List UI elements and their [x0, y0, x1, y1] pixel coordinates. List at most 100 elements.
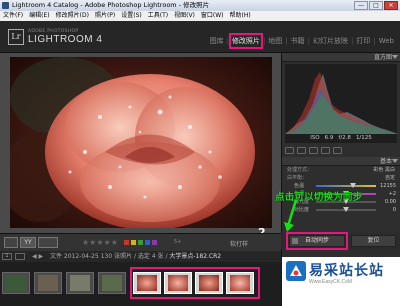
wb-value[interactable]: 自定: [385, 174, 395, 182]
module-develop[interactable]: 修改照片: [228, 33, 263, 49]
thumb-image: [38, 275, 58, 291]
watermark-logo-icon: [286, 261, 306, 281]
develop-toolbar: YY ★★★★★ 5+ 软打样: [0, 233, 281, 251]
thumb-image: [70, 275, 90, 291]
histogram-graph: [285, 72, 398, 134]
identity-plate: Lr ADOBE PHOTOSHOP LIGHTROOM 4 图库 | 修改照片…: [0, 21, 400, 53]
current-file: 大学景点-182.CR2: [169, 253, 222, 260]
slider-value[interactable]: 0: [393, 206, 396, 214]
watermark-url: Www.EasyCK.CoM: [309, 279, 353, 285]
nav-arrows[interactable]: ◀ ▶: [32, 251, 43, 262]
minimize-button[interactable]: —: [354, 1, 368, 10]
loupe-view-button[interactable]: [4, 237, 18, 248]
slider-row: 对比度 0: [286, 206, 396, 214]
filmstrip-thumb[interactable]: [66, 272, 94, 294]
crop-tool-icon[interactable]: [285, 146, 294, 154]
sync-reset-bar: 自动同步 复位: [281, 232, 400, 250]
window-2-button[interactable]: [15, 253, 25, 260]
histo-value: 6.9: [324, 135, 334, 141]
histogram-info: ISO 6.9 f/2.8 1/125: [285, 134, 397, 143]
filmstrip[interactable]: [0, 262, 281, 306]
window-title: Lightroom 4 Catalog - Adobe Photoshop Li…: [12, 1, 210, 9]
color-label-swatch[interactable]: [124, 240, 129, 245]
window-1-button[interactable]: 1: [2, 253, 12, 260]
menu-window[interactable]: 窗口(W): [201, 11, 224, 21]
view-options-button[interactable]: [38, 237, 58, 248]
treatment-color[interactable]: 彩色: [373, 167, 383, 173]
panel-collapse-icon[interactable]: [392, 55, 398, 59]
auto-sync-button[interactable]: 自动同步: [286, 232, 348, 250]
site-watermark: 易采站长站 Www.EasyCK.CoM: [282, 257, 400, 306]
menu-help[interactable]: 帮助(H): [230, 11, 251, 21]
filmstrip-thumb[interactable]: [34, 272, 62, 294]
slider-value[interactable]: 0.00: [385, 198, 396, 206]
annotation-selection-outline: [130, 267, 260, 299]
color-label-swatch[interactable]: [138, 240, 143, 245]
red-eye-icon[interactable]: [309, 146, 318, 154]
color-label-swatch[interactable]: [145, 240, 150, 245]
menu-photo[interactable]: 照片(P): [95, 11, 115, 21]
color-label-swatch[interactable]: [152, 240, 157, 245]
module-picker: 图库 | 修改照片 | 地图 | 书籍 | 幻灯片放映 | 打印 | Web: [208, 33, 396, 49]
thumb-image: [6, 275, 26, 291]
adjustment-brush-icon[interactable]: [333, 146, 342, 154]
module-book[interactable]: 书籍: [289, 34, 307, 48]
menu-develop[interactable]: 修改照片(D): [56, 11, 89, 21]
auto-sync-label: 自动同步: [304, 237, 329, 244]
close-button[interactable]: ✕: [384, 1, 398, 10]
photo-canvas[interactable]: [0, 53, 281, 233]
toolbar-label: 5+: [174, 239, 182, 245]
module-web[interactable]: Web: [377, 35, 396, 47]
module-print[interactable]: 打印: [354, 34, 372, 48]
menu-tools[interactable]: 工具(T): [148, 11, 168, 21]
rose-photo: [10, 57, 272, 228]
slider-value[interactable]: +2: [389, 190, 396, 198]
histo-iso: ISO: [310, 135, 320, 141]
module-library[interactable]: 图库: [208, 34, 226, 48]
thumb-image: [102, 275, 122, 291]
photo-count: 130 张照片 / 选定 4 张 /: [100, 253, 168, 260]
slider-value[interactable]: 12155: [380, 182, 396, 190]
filmstrip-source-path: 文件 2012-04-25 130 张照片 / 选定 4 张 / 大学景点-18…: [50, 251, 221, 262]
menu-settings[interactable]: 设置(S): [121, 11, 142, 21]
reset-button[interactable]: 复位: [351, 235, 396, 247]
window-controls: — □ ✕: [354, 1, 398, 10]
histogram-title: 直方图: [373, 54, 392, 61]
rose-illustration: [10, 57, 272, 228]
menu-view[interactable]: 视图(V): [174, 11, 195, 21]
menu-edit[interactable]: 编辑(E): [29, 11, 49, 21]
watermark-title: 易采站长站: [309, 263, 384, 279]
treatment-bw[interactable]: 黑白: [385, 167, 395, 173]
wb-row: 白平衡： 自定: [282, 174, 400, 182]
histogram-header[interactable]: 直方图: [282, 53, 400, 62]
slider-track[interactable]: [316, 207, 376, 212]
filmstrip-thumb[interactable]: [2, 272, 30, 294]
window-title-bar: Lightroom 4 Catalog - Adobe Photoshop Li…: [0, 0, 400, 11]
basic-header[interactable]: 基本: [282, 157, 400, 166]
filmstrip-thumb[interactable]: [98, 272, 126, 294]
treatment-row: 处理方式： 彩色 黑白: [282, 166, 400, 174]
slider-knob[interactable]: [343, 207, 349, 212]
lightroom-logo: Lr: [8, 29, 24, 45]
sync-toggle-icon[interactable]: [292, 238, 298, 244]
slider-track[interactable]: [316, 183, 376, 188]
menu-bar: 文件(F) 编辑(E) 修改照片(D) 照片(P) 设置(S) 工具(T) 视图…: [0, 11, 400, 21]
before-after-button[interactable]: YY: [20, 237, 36, 248]
module-slideshow[interactable]: 幻灯片放映: [311, 34, 350, 48]
treatment-options: 彩色 黑白: [373, 166, 395, 174]
histogram: [285, 64, 398, 134]
star-rating[interactable]: ★★★★★: [82, 238, 118, 247]
maximize-button[interactable]: □: [369, 1, 383, 10]
panel-collapse-icon[interactable]: [392, 159, 398, 163]
basic-title: 基本: [379, 158, 392, 165]
color-label-swatch[interactable]: [131, 240, 136, 245]
folder-name: 文件 2012-04-25: [50, 253, 99, 260]
histo-shutter: 1/125: [355, 135, 372, 141]
module-map[interactable]: 地图: [266, 34, 284, 48]
spot-removal-icon[interactable]: [297, 146, 306, 154]
slider-knob[interactable]: [350, 183, 357, 188]
menu-file[interactable]: 文件(F): [3, 11, 23, 21]
tool-strip: [285, 145, 397, 155]
graduated-filter-icon[interactable]: [321, 146, 330, 154]
soft-proofing-toggle[interactable]: 软打样: [230, 239, 248, 248]
